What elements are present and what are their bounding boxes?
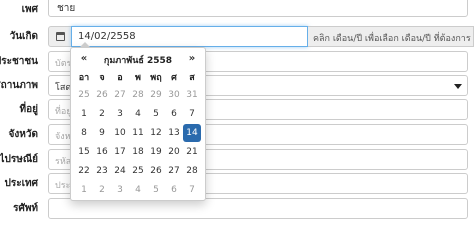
datepicker-week: 15 16 17 18 19 20 21 [75, 143, 201, 161]
datepicker-month-switch[interactable]: กุมภาพันธ์ 2558 [95, 53, 181, 67]
day-cell-old[interactable]: 25 [75, 86, 93, 104]
day-cell-old[interactable]: 6 [165, 181, 183, 199]
postal-label: ไปรษณีย์ [0, 154, 38, 165]
phone-input[interactable] [48, 198, 468, 219]
datepicker-weekdays: อา จ อ พ พฤ ศ ส [75, 70, 201, 84]
day-cell[interactable]: 2 [93, 105, 111, 123]
day-cell[interactable]: 26 [147, 162, 165, 180]
address-label: ที่อยู่ [19, 104, 38, 115]
day-cell-selected[interactable]: 14 [183, 124, 201, 142]
birthdate-hint-addon: คลิก เดือน/ปี เพื่อเลือก เดือน/ปี ที่ต้อ… [308, 26, 474, 47]
datepicker-week: 22 23 24 25 26 27 28 [75, 162, 201, 180]
day-cell[interactable]: 24 [111, 162, 129, 180]
weekday-label: อา [78, 73, 90, 83]
weekday-label: พฤ [150, 73, 162, 83]
datepicker-dropdown: « กุมภาพันธ์ 2558 » อาจอพพฤศส 25 26 27 28 29… [70, 42, 206, 201]
day-cell[interactable]: 6 [165, 105, 183, 123]
birthdate-value: 14/02/2558 [78, 31, 136, 42]
status-label: สถานภาพ [0, 80, 38, 91]
day-cell[interactable]: 12 [147, 124, 165, 142]
day-cell[interactable]: 16 [93, 143, 111, 161]
birthdate-label: วันเกิด [9, 31, 38, 42]
birthdate-hint: คลิก เดือน/ปี เพื่อเลือก เดือน/ปี ที่ต้อ… [313, 34, 471, 44]
day-cell[interactable]: 27 [165, 162, 183, 180]
datepicker-header: « กุมภาพันธ์ 2558 » [71, 51, 205, 67]
day-cell[interactable]: 23 [93, 162, 111, 180]
day-cell[interactable]: 28 [183, 162, 201, 180]
gender-label: เพศ [21, 4, 38, 15]
day-cell[interactable]: 5 [147, 105, 165, 123]
day-cell-old[interactable]: 29 [147, 86, 165, 104]
chevron-down-icon [454, 84, 462, 89]
day-cell[interactable]: 9 [93, 124, 111, 142]
weekday-label: อ [117, 73, 123, 83]
datepicker-week: 1234567 [75, 181, 201, 199]
datepicker-next-button[interactable]: » [185, 53, 199, 64]
day-cell[interactable]: 1 [75, 105, 93, 123]
status-value: โสด [55, 83, 72, 93]
citizen-label: ประชาชน [0, 56, 38, 67]
day-cell[interactable]: 22 [75, 162, 93, 180]
day-cell-old[interactable]: 28 [129, 86, 147, 104]
citizen-placeholder: บัตร [55, 59, 72, 69]
day-cell[interactable]: 19 [147, 143, 165, 161]
day-cell[interactable]: 3 [111, 105, 129, 123]
datepicker-prev-button[interactable]: « [77, 53, 91, 64]
day-cell-old[interactable]: 2 [93, 181, 111, 199]
day-cell-old[interactable]: 31 [183, 86, 201, 104]
phone-label: รศัพท์ [13, 203, 38, 214]
datepicker-week: 1234567 [75, 105, 201, 123]
country-label: ประเทศ [4, 178, 38, 189]
day-cell[interactable]: 17 [111, 143, 129, 161]
calendar-button[interactable] [48, 26, 72, 47]
day-cell-old[interactable]: 27 [111, 86, 129, 104]
weekday-label: จ [99, 73, 105, 83]
calendar-icon [56, 32, 65, 41]
day-cell-old[interactable]: 3 [111, 181, 129, 199]
day-cell[interactable]: 8 [75, 124, 93, 142]
province-placeholder: จังห [55, 132, 71, 142]
weekday-label: ส [189, 73, 195, 83]
weekday-label: ศ [171, 73, 177, 83]
birthdate-input[interactable]: 14/02/2558 [71, 26, 308, 47]
day-cell-old[interactable]: 1 [75, 181, 93, 199]
day-cell[interactable]: 21 [183, 143, 201, 161]
day-cell[interactable]: 15 [75, 143, 93, 161]
province-label: จังหวัด [8, 129, 38, 140]
birthdate-row: วันเกิด 14/02/2558 คลิก เดือน/ปี เพื่อเล… [0, 26, 474, 47]
postal-placeholder: รหัส [55, 157, 72, 167]
day-cell[interactable]: 7 [183, 105, 201, 123]
day-cell[interactable]: 20 [165, 143, 183, 161]
phone-row: รศัพท์ [0, 198, 474, 219]
day-cell[interactable]: 18 [129, 143, 147, 161]
gender-row: เพศ ชาย [0, 0, 474, 17]
day-cell[interactable]: 13 [165, 124, 183, 142]
day-cell-old[interactable]: 5 [147, 181, 165, 199]
gender-value: ชาย [57, 3, 76, 14]
day-cell[interactable]: 10 [111, 124, 129, 142]
datepicker-week: 25 26 27 28 29 30 31 [75, 86, 201, 104]
day-cell-old[interactable]: 4 [129, 181, 147, 199]
day-cell-old[interactable]: 30 [165, 86, 183, 104]
day-cell[interactable]: 4 [129, 105, 147, 123]
gender-select[interactable]: ชาย [48, 0, 468, 17]
datepicker-week: 8 9 10 11 12 13 14 [75, 124, 201, 142]
weekday-label: พ [135, 73, 141, 83]
day-cell-old[interactable]: 26 [93, 86, 111, 104]
day-cell[interactable]: 25 [129, 162, 147, 180]
day-cell[interactable]: 11 [129, 124, 147, 142]
day-cell-old[interactable]: 7 [183, 181, 201, 199]
